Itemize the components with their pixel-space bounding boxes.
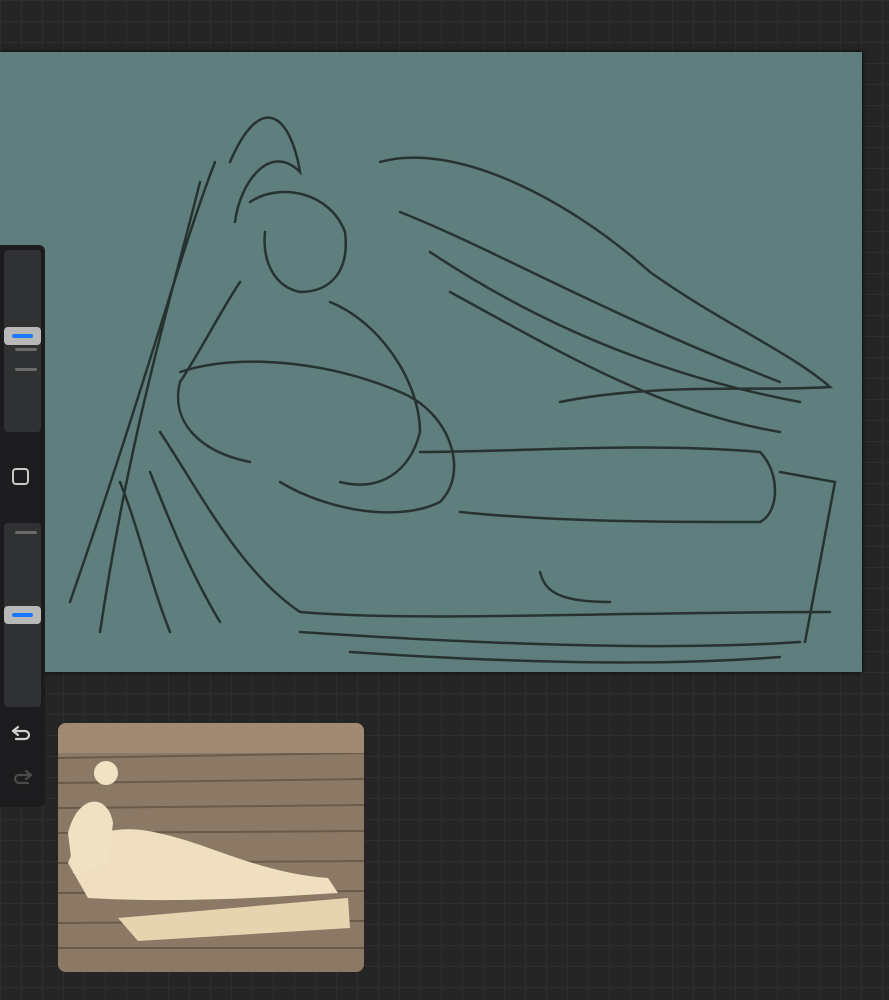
- sidebar-toolbar: [0, 245, 45, 807]
- brush-size-thumb[interactable]: [4, 327, 41, 345]
- redo-arrow-icon[interactable]: [10, 767, 34, 789]
- opacity-thumb[interactable]: [4, 606, 41, 624]
- reference-window[interactable]: [58, 723, 364, 972]
- slider-tick: [15, 348, 37, 351]
- sketch-drawing: [68, 116, 837, 664]
- modify-button[interactable]: [12, 468, 29, 485]
- brush-size-slider[interactable]: [4, 250, 41, 432]
- drawing-canvas[interactable]: [0, 52, 862, 672]
- undo-arrow-icon[interactable]: [10, 723, 34, 745]
- slider-tick: [15, 368, 37, 371]
- opacity-slider[interactable]: [4, 523, 41, 707]
- slider-tick: [15, 531, 37, 534]
- reference-photo: [58, 723, 364, 972]
